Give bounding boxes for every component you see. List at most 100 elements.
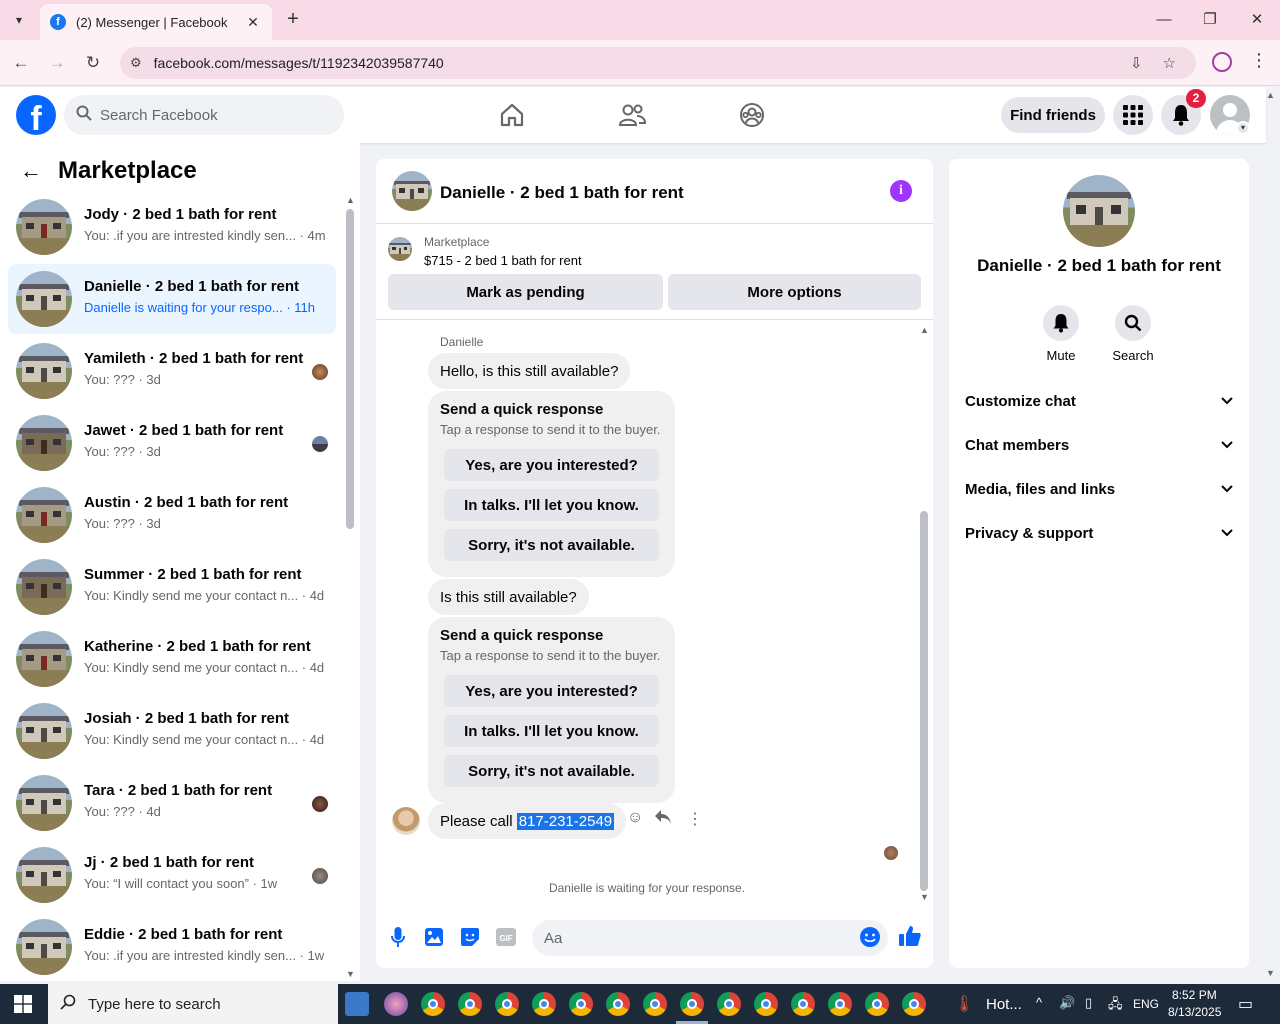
restore-window-icon[interactable]: ❐ [1197, 8, 1223, 32]
section-chat-members[interactable]: Chat members [965, 423, 1233, 467]
bookmark-star-icon[interactable]: ☆ [1163, 54, 1176, 72]
forward-arrow-icon[interactable]: → [44, 50, 70, 76]
chat-listing-thumbnail[interactable] [392, 171, 432, 211]
friends-icon[interactable] [612, 99, 652, 131]
conversation-item-katherine[interactable]: Katherine · 2 bed 1 bath for rent You: K… [8, 624, 336, 694]
quick-response-option[interactable]: Yes, are you interested? [444, 675, 659, 707]
conversation-item-danielle[interactable]: Danielle · 2 bed 1 bath for rent Daniell… [8, 264, 336, 334]
site-info-icon[interactable]: ⚙ [130, 55, 142, 71]
chrome-menu-icon[interactable]: ⋮ [1250, 50, 1268, 71]
reply-arrow-icon[interactable] [654, 809, 672, 830]
quick-response-option[interactable]: In talks. I'll let you know. [444, 489, 659, 521]
windows-start-icon[interactable] [0, 984, 46, 1024]
section-privacy-support[interactable]: Privacy & support [965, 511, 1233, 555]
selected-phone-number[interactable]: 817-231-2549 [516, 812, 615, 830]
clock-time[interactable]: 8:52 PM [1172, 988, 1217, 1002]
chrome-window-icon[interactable] [643, 992, 667, 1016]
chrome-window-icon[interactable] [754, 992, 778, 1016]
conversation-item-tara[interactable]: Tara · 2 bed 1 bath for rent You: ??? · … [8, 768, 336, 838]
chrome-window-icon[interactable] [532, 992, 556, 1016]
conversation-item-eddie[interactable]: Eddie · 2 bed 1 bath for rent You: .if y… [8, 912, 336, 981]
chrome-window-icon[interactable] [865, 992, 889, 1016]
paint-app-icon[interactable] [384, 992, 408, 1016]
more-actions-icon[interactable]: ⋮ [687, 809, 703, 829]
address-bar[interactable]: ⚙ facebook.com/messages/t/11923420395877… [120, 47, 1196, 79]
microphone-icon[interactable] [387, 926, 409, 948]
account-chevron-down-icon[interactable]: ▾ [1236, 121, 1250, 135]
chrome-window-icon-active[interactable] [680, 992, 704, 1016]
groups-icon[interactable] [732, 99, 772, 131]
section-customize-chat[interactable]: Customize chat [965, 379, 1233, 423]
message-bubble[interactable]: Is this still available? [428, 579, 589, 615]
file-explorer-icon[interactable] [345, 992, 369, 1016]
back-arrow-icon[interactable]: ← [8, 50, 34, 76]
url-text[interactable]: facebook.com/messages/t/1192342039587740 [154, 55, 1130, 71]
conversation-item-jody[interactable]: Jody · 2 bed 1 bath for rent You: .if yo… [8, 192, 336, 262]
react-emoji-icon[interactable]: ☺ [627, 809, 643, 827]
message-input-field[interactable] [532, 920, 888, 956]
battery-icon[interactable]: ▯ [1085, 995, 1092, 1011]
new-tab-plus-icon[interactable]: + [282, 8, 304, 32]
scroll-down-arrow-icon[interactable]: ▼ [346, 969, 355, 979]
message-bubble[interactable]: Hello, is this still available? [428, 353, 631, 389]
quick-response-option[interactable]: Sorry, it's not available. [444, 755, 659, 787]
conversation-item-jawet[interactable]: Jawet · 2 bed 1 bath for rent You: ??? ·… [8, 408, 336, 478]
notifications-center-icon[interactable]: ▭ [1238, 994, 1253, 1014]
chrome-window-icon[interactable] [717, 992, 741, 1016]
quick-response-option[interactable]: In talks. I'll let you know. [444, 715, 659, 747]
chrome-window-icon[interactable] [569, 992, 593, 1016]
emoji-picker-icon[interactable] [859, 926, 881, 948]
conversation-list-scrollbar[interactable] [346, 209, 354, 529]
clock-date[interactable]: 8/13/2025 [1168, 1005, 1221, 1019]
photo-icon[interactable] [423, 926, 445, 948]
mute-button[interactable]: Mute [1031, 305, 1091, 363]
chrome-profile-icon[interactable] [1212, 52, 1232, 72]
facebook-search-input[interactable] [100, 106, 320, 124]
facebook-search[interactable] [64, 95, 344, 135]
minimize-window-icon[interactable]: — [1151, 8, 1177, 32]
quick-response-option[interactable]: Yes, are you interested? [444, 449, 659, 481]
sticker-icon[interactable] [459, 926, 481, 948]
scroll-up-arrow-icon[interactable]: ▲ [346, 195, 355, 205]
sender-avatar[interactable] [392, 807, 420, 835]
conversation-item-josiah[interactable]: Josiah · 2 bed 1 bath for rent You: Kind… [8, 696, 336, 766]
page-scroll-up-arrow-icon[interactable]: ▲ [1266, 90, 1275, 100]
install-app-icon[interactable]: ⇩ [1130, 54, 1143, 72]
search-in-conversation-button[interactable]: Search [1103, 305, 1163, 363]
conversation-item-summer[interactable]: Summer · 2 bed 1 bath for rent You: Kind… [8, 552, 336, 622]
conversation-info-icon[interactable]: i [890, 180, 912, 202]
input-language[interactable]: ENG [1133, 997, 1159, 1011]
close-window-icon[interactable]: ✕ [1244, 8, 1270, 32]
tab-search-chevron-icon[interactable]: ▾ [6, 8, 32, 32]
gif-icon[interactable]: GIF [495, 926, 517, 948]
quick-response-option[interactable]: Sorry, it's not available. [444, 529, 659, 561]
chrome-window-icon[interactable] [902, 992, 926, 1016]
volume-icon[interactable]: 🔊 [1059, 995, 1075, 1011]
chat-scroll-down-arrow-icon[interactable]: ▼ [920, 892, 929, 902]
weather-thermometer-icon[interactable]: 🌡 [954, 994, 974, 1014]
message-bubble-last[interactable]: Please call 817-231-2549 [428, 803, 627, 839]
thumbs-up-icon[interactable] [898, 924, 922, 948]
show-hidden-icons-chevron-icon[interactable]: ^ [1036, 995, 1042, 1010]
conversation-item-jj[interactable]: Jj · 2 bed 1 bath for rent You: “I will … [8, 840, 336, 910]
chat-scroll-up-arrow-icon[interactable]: ▲ [920, 325, 929, 335]
chrome-window-icon[interactable] [791, 992, 815, 1016]
chat-scrollbar[interactable] [920, 511, 928, 891]
network-icon[interactable]: 🖧 [1108, 995, 1123, 1017]
chrome-window-icon[interactable] [828, 992, 852, 1016]
find-friends-button[interactable]: Find friends [1001, 97, 1105, 133]
mark-as-pending-button[interactable]: Mark as pending [388, 274, 663, 310]
message-input[interactable] [544, 929, 844, 947]
more-options-button[interactable]: More options [668, 274, 921, 310]
reload-icon[interactable]: ↻ [80, 50, 106, 76]
home-icon[interactable] [492, 99, 532, 131]
conversation-item-yamileth[interactable]: Yamileth · 2 bed 1 bath for rent You: ??… [8, 336, 336, 406]
back-arrow-icon[interactable]: ← [20, 158, 42, 184]
chrome-window-icon[interactable] [458, 992, 482, 1016]
chrome-window-icon[interactable] [606, 992, 630, 1016]
taskbar-search-box[interactable]: Type here to search [48, 984, 338, 1024]
info-listing-thumbnail[interactable] [1063, 175, 1135, 247]
weather-text[interactable]: Hot... [986, 996, 1022, 1013]
page-scroll-down-arrow-icon[interactable]: ▼ [1266, 968, 1275, 978]
menu-grid-icon[interactable] [1113, 95, 1153, 135]
